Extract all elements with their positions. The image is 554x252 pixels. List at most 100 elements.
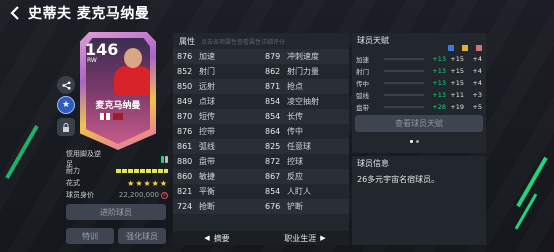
attribute-row[interactable]: 852 射门 [173,64,261,79]
attribute-row[interactable]: 879 冲刺速度 [261,49,349,64]
trait-bonus-c: +5 [472,103,482,111]
trait-row: 加速 +13 +15 +4 [356,53,482,65]
special-training-button[interactable]: 特训 [66,228,114,244]
player-info-title: 球员信息 [357,158,389,168]
traits-table: 加速 +13 +15 +4 射门 +13 +15 +4 传中 +13 +15 +4 弧线 +13 +11 +3… [356,53,482,113]
attribute-value: 867 [265,172,281,181]
tab-career[interactable]: 职业生涯 ▶ [261,233,349,244]
skills-label: 花式 [66,179,80,187]
attribute-value: 854 [265,112,281,121]
chevron-left-icon: ◀ [204,234,210,242]
attributes-header: 属性 点击各项属性查看属性详细评分 [173,33,349,49]
tab-summary[interactable]: ◀ 摘要 [173,233,261,244]
attribute-value: 879 [265,52,281,61]
legend-swatch [462,45,468,51]
legend-swatch [476,45,482,51]
value-row: 球员身价 22,200,000 ⊘ [66,189,168,201]
attribute-row[interactable]: 867 反应 [261,169,349,184]
attributes-column-left: 876 加速 852 射门 850 远射 849 点球 870 短传 876 控带 861 弧线 880 盘带… [173,49,261,214]
trait-bonus-b: +19 [450,103,464,111]
chemistry-button[interactable]: ★ [57,96,75,114]
attributes-column-right: 879 冲刺速度 862 射门力量 871 抢点 854 凌空抽射 854 长传 864 传中 825 任… [261,49,349,214]
enhance-player-button[interactable]: 强化球员 [118,228,166,244]
header: 史蒂夫 麦克马纳曼 [0,0,554,26]
chevron-right-icon: ▶ [320,234,326,242]
promote-button[interactable]: 进阶球员 [66,204,166,220]
trait-row: 盘带 +28 +19 +5 [356,101,482,113]
attribute-name: 点球 [199,97,215,106]
trait-bonus-a: +28 [432,103,446,111]
attribute-row[interactable]: 854 长传 [261,109,349,124]
attribute-row[interactable]: 849 点球 [173,94,261,109]
attribute-value: 854 [265,97,281,106]
player-info-text: 26多元宇宙名宿球员。 [357,175,440,184]
trait-bar [384,70,424,72]
attribute-row[interactable]: 870 短传 [173,109,261,124]
attribute-name: 远射 [199,82,215,91]
attributes-panel: 属性 点击各项属性查看属性详细评分 876 加速 852 射门 850 远射 849 点球 87… [173,33,349,245]
attribute-row[interactable]: 821 平衡 [173,184,261,199]
trait-bonus-a: +13 [432,79,446,87]
attribute-value: 849 [177,97,193,106]
view-traits-button[interactable]: 查看球员天赋 [355,115,483,132]
attribute-row[interactable]: 871 抢点 [261,79,349,94]
trait-name: 传中 [356,80,369,88]
attribute-row[interactable]: 876 加速 [173,49,261,64]
attribute-value: 876 [177,52,193,61]
attribute-row[interactable]: 880 盘带 [173,154,261,169]
skills-row: 花式 ★★★★★ [66,177,168,189]
trait-bar [384,82,424,84]
player-info-panel: 球员信息 26多元宇宙名宿球员。 [352,156,486,245]
tab-career-label: 职业生涯 [284,233,317,243]
trait-name: 加速 [356,56,369,64]
attribute-name: 敏捷 [199,172,215,181]
back-button[interactable] [4,2,26,24]
attribute-row[interactable]: 861 弧线 [173,139,261,154]
trait-bonus-c: +3 [472,91,482,99]
attribute-name: 短传 [199,112,215,121]
attribute-row[interactable]: 860 敏捷 [173,169,261,184]
trait-bonus-b: +15 [450,79,464,87]
skills-stars: ★★★★★ [127,178,168,188]
attribute-value: 864 [265,127,281,136]
page-dot [410,140,413,143]
page-indicator [410,140,419,143]
trait-bonus-b: +11 [450,91,464,99]
trait-bar [384,106,424,108]
attribute-name: 铲断 [287,202,303,211]
attribute-row[interactable]: 864 传中 [261,124,349,139]
save-button[interactable] [57,118,75,136]
player-summary: 惯用脚及逆足 耐力 花式 ★★★★★ 球员身价 22,200,000 ⊘ [66,150,168,201]
chevron-left-icon [10,6,19,20]
attribute-name: 凌空抽射 [287,97,319,106]
trait-row: 弧线 +13 +11 +3 [356,89,482,101]
attribute-row[interactable]: 825 任意球 [261,139,349,154]
attribute-name: 抢点 [287,82,303,91]
attribute-value: 862 [265,67,281,76]
trait-bar [384,94,424,96]
trait-row: 传中 +13 +15 +4 [356,77,482,89]
attribute-row[interactable]: 850 远射 [173,79,261,94]
attribute-row[interactable]: 854 人盯人 [261,184,349,199]
attribute-value: 854 [265,187,281,196]
club-badge-icon [113,113,123,120]
trait-bonus-b: +15 [450,55,464,63]
page-dot [416,140,419,143]
attribute-value: 850 [177,82,193,91]
attribute-row[interactable]: 854 凌空抽射 [261,94,349,109]
attribute-value: 821 [177,187,193,196]
attribute-name: 盘带 [199,157,215,166]
attribute-name: 冲刺速度 [287,52,319,61]
share-button[interactable] [57,76,75,94]
attribute-name: 任意球 [287,142,311,151]
attributes-footer: ◀ 摘要 职业生涯 ▶ [173,231,349,245]
attribute-row[interactable]: 724 抢断 [173,199,261,214]
attribute-name: 传中 [287,127,303,136]
preferred-foot-row: 惯用脚及逆足 [66,150,168,168]
attribute-row[interactable]: 676 铲断 [261,199,349,214]
attribute-row[interactable]: 876 控带 [173,124,261,139]
attribute-row[interactable]: 862 射门力量 [261,64,349,79]
attribute-name: 人盯人 [287,187,311,196]
star-icon: ★ [61,100,71,110]
attribute-row[interactable]: 872 控球 [261,154,349,169]
